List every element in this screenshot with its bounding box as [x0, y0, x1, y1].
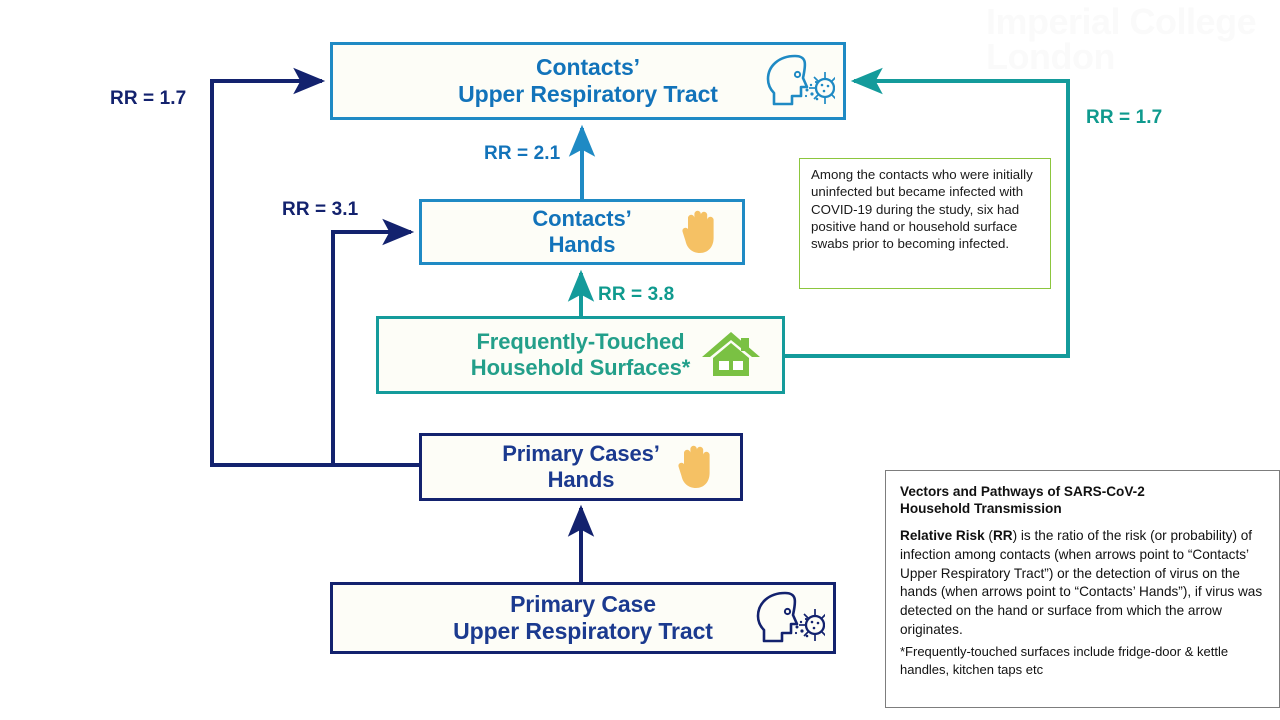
- node-primary-urt-label: Primary Case Upper Respiratory Tract: [453, 591, 713, 644]
- legend-term-rr: RR: [992, 527, 1013, 543]
- edge-primary-hands-to-contacts-urt: [210, 67, 419, 467]
- annotation-text: Among the contacts who were initially un…: [811, 167, 1033, 252]
- legend-term-relative-risk: Relative Risk: [900, 527, 985, 543]
- edge-label-rr-contacts-hands-to-contacts-urt: RR = 2.1: [484, 143, 561, 164]
- raised-hand-icon: [674, 444, 716, 490]
- diagram-canvas: Imperial College London Contacts’ Upper …: [0, 0, 1280, 720]
- node-contacts-urt-label: Contacts’ Upper Respiratory Tract: [458, 54, 718, 107]
- legend-paren-open: (: [984, 527, 993, 543]
- annotation-callout: Among the contacts who were initially un…: [799, 158, 1051, 289]
- node-contacts-hands[interactable]: Contacts’ Hands: [419, 199, 745, 265]
- edge-label-rr-surfaces-to-contacts-urt: RR = 1.7: [1086, 107, 1163, 128]
- raised-hand-icon: [678, 209, 720, 255]
- legend-footnote: *Frequently-touched surfaces include fri…: [900, 644, 1229, 677]
- node-frequently-touched-household-surfaces[interactable]: Frequently-Touched Household Surfaces*: [376, 316, 785, 394]
- node-primary-case-upper-respiratory-tract[interactable]: Primary Case Upper Respiratory Tract: [330, 582, 836, 654]
- node-primary-cases-hands[interactable]: Primary Cases’ Hands: [419, 433, 743, 501]
- node-primary-hands-label: Primary Cases’ Hands: [502, 441, 660, 492]
- head-virus-icon: [749, 589, 825, 647]
- node-contacts-hands-label: Contacts’ Hands: [532, 206, 632, 257]
- edge-label-rr-surfaces-to-contacts-hands: RR = 3.8: [598, 284, 675, 305]
- edge-label-rr-primary-hands-to-contacts-urt: RR = 1.7: [110, 88, 187, 109]
- legend-body: Relative Risk (RR) is the ratio of the r…: [900, 527, 1267, 640]
- legend-title: Vectors and Pathways of SARS-CoV-2 House…: [900, 484, 1145, 517]
- node-surfaces-label: Frequently-Touched Household Surfaces*: [470, 329, 691, 380]
- head-virus-icon: [759, 52, 835, 110]
- legend-definition: ) is the ratio of the risk (or probabili…: [900, 527, 1263, 638]
- legend-box: Vectors and Pathways of SARS-CoV-2 House…: [885, 470, 1280, 708]
- house-icon: [700, 330, 762, 380]
- edge-label-rr-primary-hands-to-contacts-hands: RR = 3.1: [282, 199, 359, 220]
- node-contacts-upper-respiratory-tract[interactable]: Contacts’ Upper Respiratory Tract: [330, 42, 846, 120]
- imperial-college-london-watermark: Imperial College London: [986, 1, 1257, 78]
